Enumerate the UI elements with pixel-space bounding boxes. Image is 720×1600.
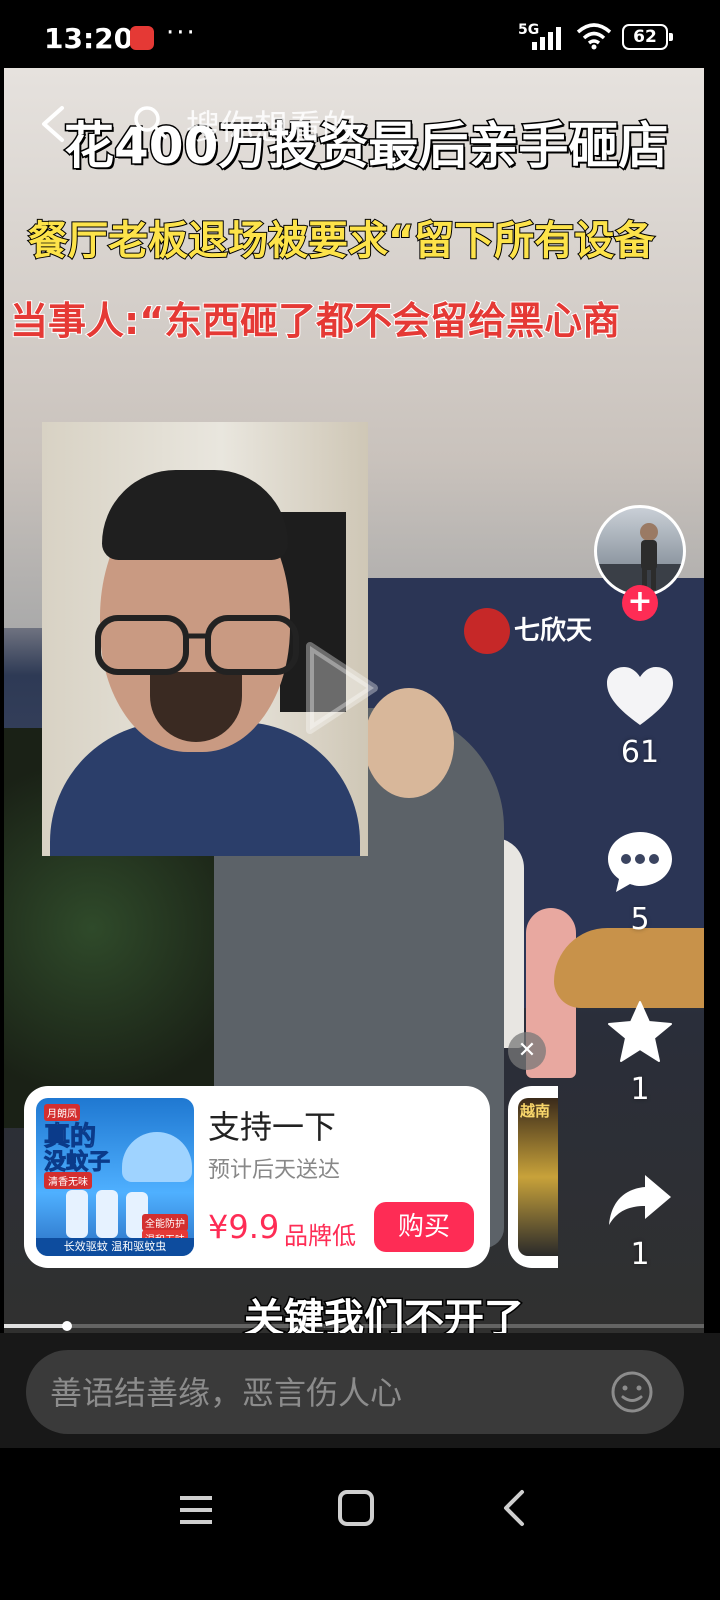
comment-placeholder[interactable]: 善语结善缘，恶言伤人心 [50, 1368, 402, 1414]
video-progress-handle[interactable] [62, 1321, 72, 1331]
product-title: 支持一下 [208, 1108, 337, 1146]
video-headline-2: 餐厅老板退场被要求“留下所有设备 [27, 217, 655, 265]
status-time: 13:20 [44, 22, 134, 55]
video-headline-3: 当事人:“东西砸了都不会留给黑心商 [9, 298, 621, 344]
status-bar: 13:20 ··· 5G 62 [0, 0, 720, 70]
product-image: 月朗凤 真的 没蚊子 清香无味 全能防护 温和无味 长效驱蚊 温和驱蚊虫 [36, 1098, 194, 1256]
comment-button[interactable]: 5 [592, 830, 688, 937]
product-image-tag-2: 全能防护 [142, 1214, 188, 1231]
back-icon[interactable] [496, 1488, 536, 1528]
app-notification-icon [130, 26, 154, 50]
share-button[interactable]: 1 [592, 1173, 688, 1272]
back-arrow-icon[interactable] [34, 104, 74, 144]
product-price-note: 品牌低 [284, 1222, 356, 1250]
repellent-device [122, 1132, 192, 1182]
star-icon [608, 1001, 672, 1062]
product-card-next[interactable]: 越南 [508, 1086, 558, 1268]
home-icon[interactable] [336, 1488, 376, 1528]
glasses-icon [95, 615, 299, 675]
share-count: 1 [630, 1237, 650, 1272]
search-icon[interactable] [132, 104, 168, 140]
product-delivery: 预计后天送达 [208, 1158, 341, 1183]
favorite-count: 1 [630, 1072, 650, 1107]
favorite-button[interactable]: 1 [592, 1000, 688, 1107]
video-progress-bar[interactable] [4, 1321, 704, 1331]
refill-bottle [66, 1190, 88, 1238]
search-input[interactable]: 搜你想看的 [186, 100, 356, 149]
product-image-next: 越南 [518, 1098, 558, 1256]
follow-button[interactable]: + [622, 585, 658, 621]
signal-icon [532, 27, 561, 50]
buy-button[interactable]: 购买 [374, 1202, 474, 1252]
wifi-icon [576, 23, 612, 50]
product-image-footer: 长效驱蚊 温和驱蚊虫 [36, 1238, 194, 1256]
comment-count: 5 [630, 902, 650, 937]
product-card[interactable]: 月朗凤 真的 没蚊子 清香无味 全能防护 温和无味 长效驱蚊 温和驱蚊虫 支持一… [24, 1086, 490, 1268]
like-count: 61 [620, 735, 660, 770]
video-progress-fill [4, 1324, 67, 1328]
product-image-next-text: 越南 [520, 1102, 551, 1120]
more-notifications-icon: ··· [166, 18, 197, 48]
emoji-icon[interactable] [610, 1370, 654, 1414]
crab-logo-icon [464, 608, 510, 654]
product-image-tag-1: 清香无味 [44, 1172, 92, 1189]
comment-icon [608, 832, 672, 892]
like-button[interactable]: 61 [592, 665, 688, 770]
play-icon[interactable] [300, 638, 380, 738]
heart-icon [607, 667, 673, 725]
counter [554, 928, 704, 1008]
menu-icon[interactable] [176, 1492, 216, 1528]
store-sign: 七欣天 [514, 616, 593, 646]
battery-indicator: 62 [622, 24, 673, 50]
product-price: ¥9.9 [208, 1208, 280, 1246]
close-product-button[interactable]: ✕ [508, 1032, 546, 1070]
refill-bottle [96, 1190, 118, 1238]
share-arrow-icon [609, 1175, 671, 1225]
